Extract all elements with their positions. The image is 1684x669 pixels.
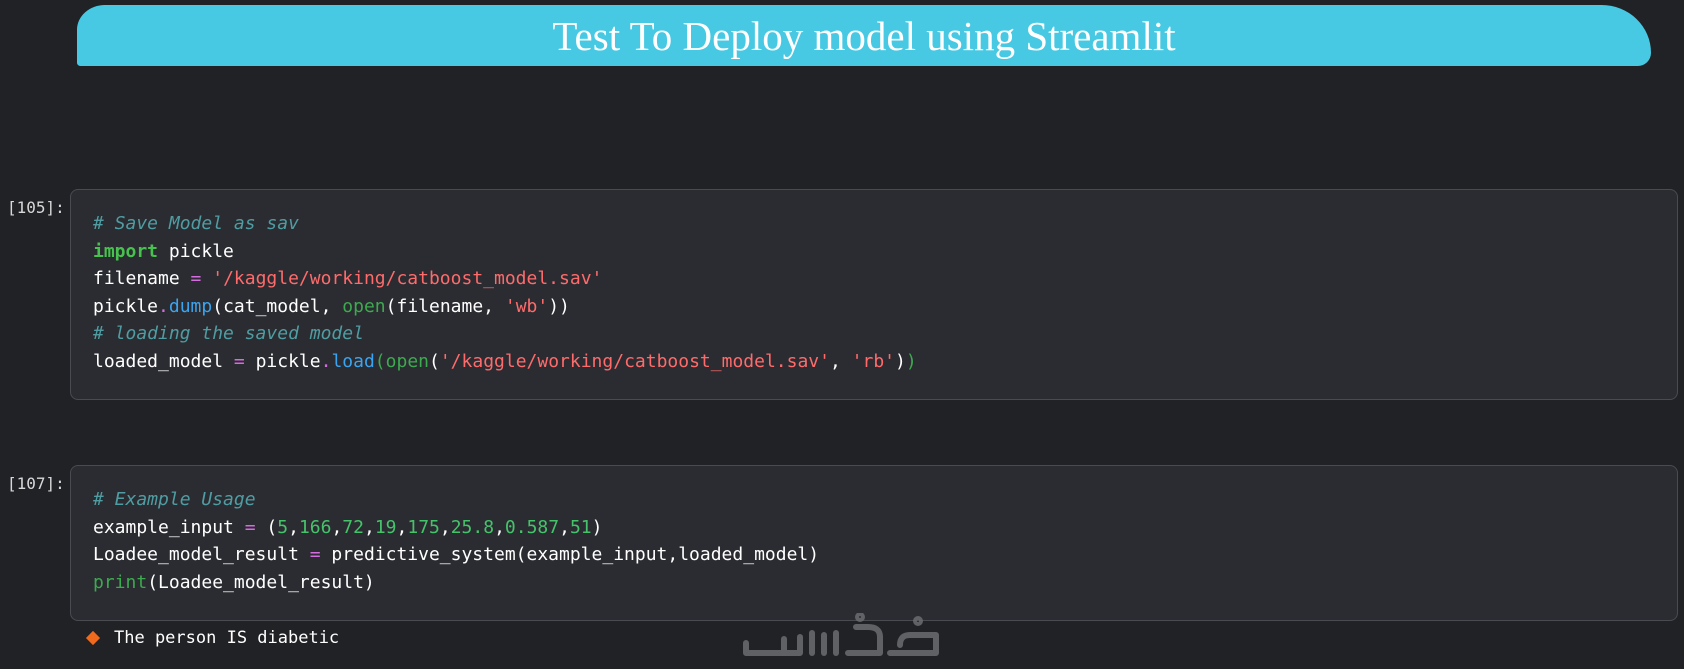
code-token: , <box>439 516 451 538</box>
code-editor[interactable]: # Example Usage example_input = (5,166,72… <box>93 486 1655 596</box>
code-token: ) <box>895 350 906 372</box>
code-token: ( <box>255 516 278 538</box>
code-token: pickle <box>93 295 159 317</box>
code-line: filename = '/kaggle/working/catboost_mod… <box>93 265 1655 293</box>
code-line: # loading the saved model <box>93 320 1655 348</box>
code-token: 166 <box>298 516 332 538</box>
code-line: example_input = (5,166,72,19,175,25.8,0.… <box>93 514 1655 542</box>
code-token: . <box>158 295 169 317</box>
code-token: 25.8 <box>450 516 495 538</box>
code-token: = <box>233 350 245 372</box>
code-token: 19 <box>374 516 397 538</box>
code-token: , <box>331 516 343 538</box>
code-cell-107[interactable]: # Example Usage example_input = (5,166,72… <box>70 465 1678 621</box>
code-token: # Save Model as sav <box>93 213 299 234</box>
code-editor[interactable]: # Save Model as sav import pickle filename… <box>93 210 1655 375</box>
code-token: = <box>190 268 202 289</box>
code-token: import <box>93 240 159 262</box>
notebook-page: Test To Deploy model using Streamlit [10… <box>0 0 1684 669</box>
output-marker-icon <box>85 630 101 646</box>
code-token: (Loadee_model_result) <box>147 571 375 593</box>
code-token: , <box>559 516 570 538</box>
code-token: = <box>244 516 256 538</box>
code-token: predictive_system(example_input,loaded_m… <box>320 544 820 565</box>
code-token: , <box>396 516 408 538</box>
code-token: 72 <box>342 516 364 538</box>
code-token: ( <box>374 350 386 372</box>
code-line: pickle.dump(cat_model, open(filename, 'w… <box>93 293 1655 321</box>
code-token: loaded_model <box>93 350 234 372</box>
code-line: # Save Model as sav <box>93 210 1655 238</box>
cell-output: The person IS diabetic <box>84 628 339 648</box>
code-token: dump <box>168 295 213 317</box>
code-token: )) <box>548 295 570 317</box>
title-banner: Test To Deploy model using Streamlit <box>77 5 1651 66</box>
output-text: The person IS diabetic <box>114 628 340 648</box>
code-token: open <box>342 295 386 317</box>
code-line: Loadee_model_result = predictive_system(… <box>93 541 1655 569</box>
code-token: '/kaggle/working/catboost_model.sav' <box>439 350 830 372</box>
code-line: import pickle <box>93 238 1655 266</box>
code-token: '/kaggle/working/catboost_model.sav' <box>212 268 603 289</box>
code-line: print(Loadee_model_result) <box>93 569 1655 597</box>
code-token: , <box>494 516 505 538</box>
code-token: example_input <box>93 516 245 538</box>
code-token: = <box>309 544 321 565</box>
code-token: 'rb' <box>851 350 896 372</box>
code-token: pickle <box>158 240 234 262</box>
code-cell-105[interactable]: # Save Model as sav import pickle filename… <box>70 189 1678 400</box>
code-line: loaded_model = pickle.load(open('/kaggle… <box>93 348 1655 376</box>
code-token: , <box>288 516 299 538</box>
code-token: ) <box>591 516 603 538</box>
cell-prompt-105: [105]: <box>7 198 65 217</box>
code-token: 175 <box>407 516 440 538</box>
code-token: , <box>363 516 375 538</box>
code-token: , <box>829 350 852 372</box>
watermark-logo-icon <box>743 613 939 656</box>
code-token: pickle <box>244 350 321 372</box>
code-token: 0.587 <box>504 516 560 538</box>
code-token: load <box>331 350 375 372</box>
code-token: 51 <box>569 516 592 538</box>
code-token: 5 <box>277 516 289 538</box>
code-token: print <box>93 571 148 593</box>
code-token: open <box>385 350 429 372</box>
code-token: filename <box>93 268 191 289</box>
code-token: ( <box>429 350 440 372</box>
code-line: # Example Usage <box>93 486 1655 514</box>
code-token: # Example Usage <box>93 489 256 510</box>
page-title: Test To Deploy model using Streamlit <box>552 12 1176 59</box>
code-token: (filename, <box>385 295 505 317</box>
code-token: Loadee_model_result <box>93 544 310 565</box>
code-token: # loading the saved model <box>93 323 364 344</box>
code-token: ) <box>905 350 917 372</box>
code-token: (cat_model, <box>212 295 343 317</box>
cell-prompt-107: [107]: <box>7 474 65 493</box>
code-token: . <box>320 350 332 372</box>
code-token: 'wb' <box>504 295 549 317</box>
